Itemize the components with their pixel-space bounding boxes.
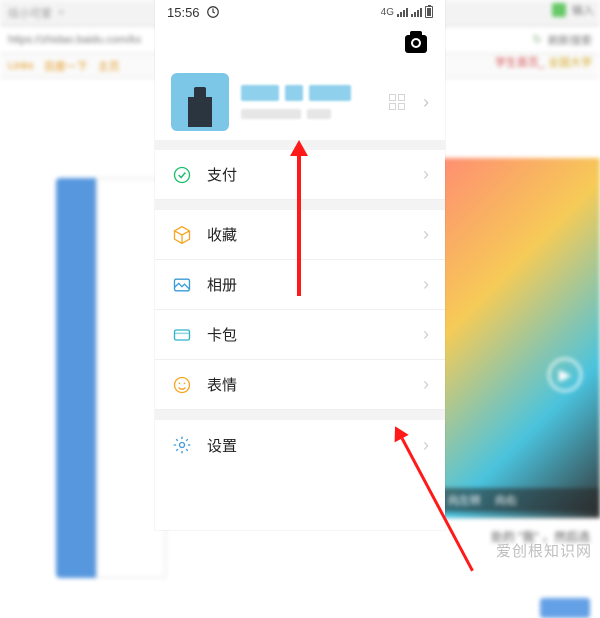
- battery-icon: [425, 6, 433, 18]
- chevron-right-icon: ›: [423, 324, 429, 345]
- tab-close-icon: ×: [58, 7, 64, 19]
- address-bar: https://zhidao.baidu.com/kx: [8, 34, 141, 46]
- menu-label: 表情: [207, 374, 417, 395]
- menu-label: 设置: [207, 435, 417, 456]
- status-time: 15:56: [167, 5, 200, 20]
- bg-video-thumb: ▶ 向左转 向右: [440, 158, 600, 518]
- chevron-right-icon: ›: [423, 164, 429, 185]
- status-sync-icon: [206, 5, 220, 19]
- chevron-right-icon: ›: [423, 274, 429, 295]
- favorites-icon: [171, 224, 193, 246]
- signal-icon-2: [411, 8, 422, 17]
- bookmark-links: Links: [8, 60, 34, 72]
- album-icon: [171, 274, 193, 296]
- menu-label: 收藏: [207, 224, 417, 245]
- menu-item-emoji[interactable]: 表情 ›: [155, 360, 445, 410]
- refresh-label: 刷新搜索: [548, 32, 592, 48]
- watermark: 爱创根知识网: [496, 540, 592, 561]
- bg-left-panel: [56, 178, 96, 578]
- camera-icon[interactable]: [405, 35, 427, 53]
- browser-tab-title: 炫小可爱: [8, 5, 52, 21]
- bookmark-right-2: 全国大学: [548, 57, 592, 69]
- annotation-arrow-1: [290, 140, 308, 296]
- bookmark-baidu: 百度一下: [44, 58, 88, 74]
- cards-icon: [171, 324, 193, 346]
- bookmark-home: 主页: [98, 58, 120, 74]
- avatar: [171, 73, 229, 131]
- signal-icon: [397, 8, 408, 17]
- profile-row[interactable]: ›: [155, 64, 445, 140]
- chevron-right-icon: ›: [423, 224, 429, 245]
- pay-icon: [171, 164, 193, 186]
- menu-item-cards[interactable]: 卡包 ›: [155, 310, 445, 360]
- profile-id-blurred: [241, 109, 377, 119]
- status-network-label: 4G: [381, 7, 394, 18]
- status-bar: 15:56 4G: [155, 0, 445, 24]
- menu-label: 相册: [207, 274, 417, 295]
- chevron-right-icon: ›: [423, 435, 429, 456]
- bg-blue-button: [540, 598, 590, 618]
- settings-icon: [171, 434, 193, 456]
- menu-label: 卡包: [207, 324, 417, 345]
- video-caption-right: 向右: [495, 492, 517, 508]
- menu-label: 支付: [207, 164, 417, 185]
- profile-name-blurred: [241, 85, 377, 101]
- bookmark-right-1: 学生首页_: [495, 57, 545, 69]
- right-tab-hint: 输入: [572, 2, 594, 18]
- emoji-icon: [171, 374, 193, 396]
- video-caption-left: 向左转: [448, 492, 481, 508]
- chevron-right-icon: ›: [423, 374, 429, 395]
- play-icon: ▶: [548, 358, 582, 392]
- status-dot-icon: [552, 3, 566, 17]
- qr-icon[interactable]: [389, 94, 405, 110]
- chevron-right-icon: ›: [423, 92, 429, 113]
